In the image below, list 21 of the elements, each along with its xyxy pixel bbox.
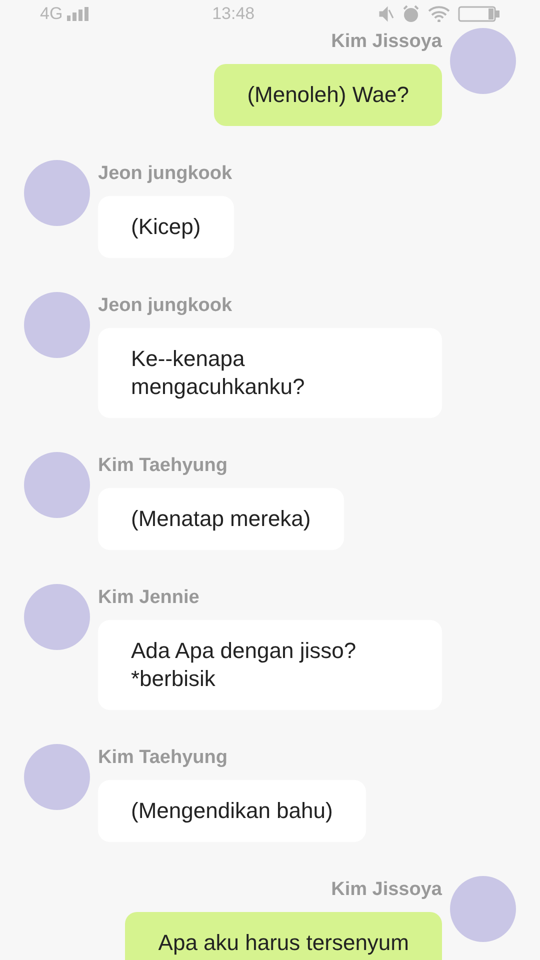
battery-icon xyxy=(458,6,500,22)
sender-name: Kim Taehyung xyxy=(98,746,228,770)
mute-icon xyxy=(378,6,394,22)
message-bubble: Ada Apa dengan jisso? *berbisik xyxy=(98,620,442,710)
sender-name: Jeon jungkook xyxy=(98,294,232,318)
message-bubble: (Kicep) xyxy=(98,196,234,258)
sender-name: Kim Jennie xyxy=(98,586,200,610)
message-bubble: (Mengendikan bahu) xyxy=(98,780,366,842)
status-time: 13:48 xyxy=(212,3,255,26)
alarm-icon xyxy=(402,5,420,23)
signal-icon xyxy=(66,7,89,21)
network-label: 4G xyxy=(40,3,63,26)
message-bubble: (Menoleh) Wae? xyxy=(214,64,442,126)
message-bubble: Apa aku harus tersenyum xyxy=(125,912,442,960)
message-bubble: Ke--kenapa mengacuhkanku? xyxy=(98,328,442,418)
wifi-icon xyxy=(428,6,450,22)
sender-name: Jeon jungkook xyxy=(98,162,232,186)
message-bubble: (Menatap mereka) xyxy=(98,488,344,550)
sender-name: Kim Jissoya xyxy=(331,878,442,902)
sender-name: Kim Taehyung xyxy=(98,454,228,478)
sender-name: Kim Jissoya xyxy=(331,30,442,54)
